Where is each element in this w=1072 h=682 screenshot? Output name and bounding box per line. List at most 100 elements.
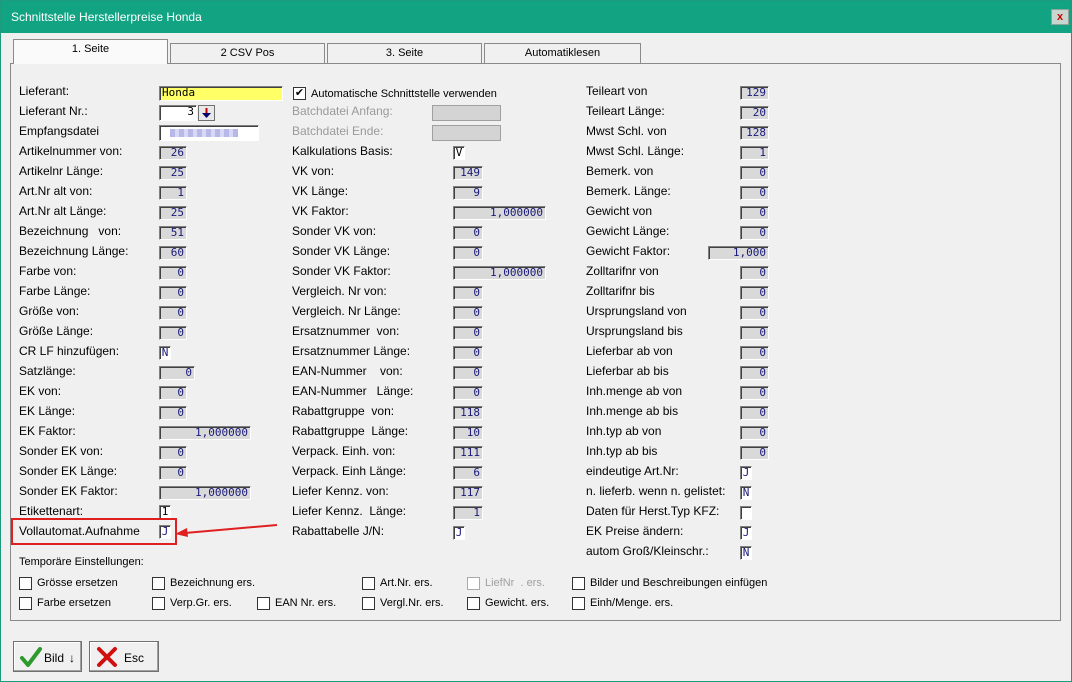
ek-laenge-input[interactable]: 0 [159, 406, 187, 420]
gewicht-von-input[interactable]: 0 [740, 206, 769, 220]
mwst-von-input[interactable]: 128 [740, 126, 769, 140]
etikettenart-input[interactable]: 1 [159, 505, 171, 519]
batch-ende-input[interactable] [432, 125, 501, 141]
inhmenge-bis-input[interactable]: 0 [740, 406, 769, 420]
artnr-alt-laenge-input[interactable]: 25 [159, 206, 187, 220]
vergl-nr-ers-label: Vergl.Nr. ers. [380, 597, 444, 609]
temp-settings-title: Temporäre Einstellungen: [19, 556, 144, 568]
bezeichnung-ers-checkbox[interactable] [152, 577, 165, 590]
teileart-von-input[interactable]: 129 [740, 86, 769, 100]
mwst-laenge-input[interactable]: 1 [740, 146, 769, 160]
rabattgruppe-von-input[interactable]: 118 [453, 406, 483, 420]
gewicht-faktor-input[interactable]: 1,000 [708, 246, 769, 260]
lieferant-nr-input[interactable]: 3 [159, 105, 197, 121]
close-button[interactable]: x [1051, 9, 1069, 25]
label-inhmenge-von: Inh.menge ab von [586, 384, 683, 398]
sonder-vk-laenge-input[interactable]: 0 [453, 246, 483, 260]
bild-button[interactable]: Bild ↓ [13, 641, 82, 672]
label-vk-von: VK von: [292, 164, 335, 178]
eindeutige-artnr-input[interactable]: J [740, 466, 752, 480]
auto-schnittstelle-checkbox[interactable]: ✔ [293, 87, 306, 100]
zolltarifnr-von-input[interactable]: 0 [740, 266, 769, 280]
sonder-ek-von-input[interactable]: 0 [159, 446, 187, 460]
empfangsdatei-input[interactable] [159, 125, 259, 141]
artikelnr-laenge-input[interactable]: 25 [159, 166, 187, 180]
label-satzlaenge: Satzlänge: [19, 364, 76, 378]
ersatznummer-von-input[interactable]: 0 [453, 326, 483, 340]
bemerk-laenge-input[interactable]: 0 [740, 186, 769, 200]
groesse-von-input[interactable]: 0 [159, 306, 187, 320]
liefer-kennz-von-input[interactable]: 117 [453, 486, 483, 500]
tab-seite-3[interactable]: 3. Seite [327, 43, 482, 63]
bemerk-von-input[interactable]: 0 [740, 166, 769, 180]
bezeichnung-laenge-input[interactable]: 60 [159, 246, 187, 260]
n-lieferb-input[interactable]: N [740, 486, 752, 500]
zolltarifnr-bis-input[interactable]: 0 [740, 286, 769, 300]
lieferant-input[interactable]: Honda [159, 86, 283, 101]
rabattabelle-input[interactable]: J [453, 526, 465, 540]
bilder-beschreibungen-checkbox[interactable] [572, 577, 585, 590]
rabattgruppe-laenge-input[interactable]: 10 [453, 426, 483, 440]
einh-menge-ers-checkbox[interactable] [572, 597, 585, 610]
vergleich-nr-laenge-input[interactable]: 0 [453, 306, 483, 320]
groesse-laenge-input[interactable]: 0 [159, 326, 187, 340]
ursprungsland-von-input[interactable]: 0 [740, 306, 769, 320]
vergleich-nr-von-input[interactable]: 0 [453, 286, 483, 300]
artikelnummer-von-input[interactable]: 26 [159, 146, 187, 160]
artnr-alt-von-input[interactable]: 1 [159, 186, 187, 200]
ek-von-input[interactable]: 0 [159, 386, 187, 400]
vk-von-input[interactable]: 149 [453, 166, 483, 180]
label-inhmenge-bis: Inh.menge ab bis [586, 404, 679, 418]
autom-gross-klein-input[interactable]: N [740, 546, 752, 560]
sonder-vk-faktor-input[interactable]: 1,000000 [453, 266, 546, 280]
gewicht-ers-checkbox[interactable] [467, 597, 480, 610]
sonder-ek-faktor-input[interactable]: 1,000000 [159, 486, 251, 500]
teileart-laenge-input[interactable]: 20 [740, 106, 769, 120]
ean-nr-ers-checkbox[interactable] [257, 597, 270, 610]
farbe-von-input[interactable]: 0 [159, 266, 187, 280]
liefnr-ers-checkbox[interactable] [467, 577, 480, 590]
verpack-einh-laenge-input[interactable]: 6 [453, 466, 483, 480]
sonder-vk-von-input[interactable]: 0 [453, 226, 483, 240]
label-sonder-vk-von: Sonder VK von: [292, 224, 377, 238]
vk-laenge-input[interactable]: 9 [453, 186, 483, 200]
vergl-nr-ers-checkbox[interactable] [362, 597, 375, 610]
farbe-laenge-input[interactable]: 0 [159, 286, 187, 300]
lieferbar-bis-input[interactable]: 0 [740, 366, 769, 380]
ersatznummer-laenge-input[interactable]: 0 [453, 346, 483, 360]
ek-faktor-input[interactable]: 1,000000 [159, 426, 251, 440]
inhtyp-bis-input[interactable]: 0 [740, 446, 769, 460]
tab-automatiklesen[interactable]: Automatiklesen [484, 43, 641, 63]
lieferbar-von-input[interactable]: 0 [740, 346, 769, 360]
bezeichnung-von-input[interactable]: 51 [159, 226, 187, 240]
farbe-ersetzen-checkbox[interactable] [19, 597, 32, 610]
label-farbe-laenge: Farbe Länge: [19, 284, 91, 298]
groesse-ersetzen-checkbox[interactable] [19, 577, 32, 590]
artnr-ers-checkbox[interactable] [362, 577, 375, 590]
verp-gr-ers-checkbox[interactable] [152, 597, 165, 610]
label-kalkulations-basis: Kalkulations Basis: [292, 144, 393, 158]
sonder-ek-laenge-input[interactable]: 0 [159, 466, 187, 480]
daten-herst-typ-input[interactable] [740, 506, 752, 520]
ursprungsland-bis-input[interactable]: 0 [740, 326, 769, 340]
ean-von-input[interactable]: 0 [453, 366, 483, 380]
ek-preise-aendern-input[interactable]: J [740, 526, 752, 540]
label-verpack-einh-von: Verpack. Einh. von: [292, 444, 396, 458]
gewicht-laenge-input[interactable]: 0 [740, 226, 769, 240]
cr-lf-input[interactable]: N [159, 346, 171, 360]
verpack-einh-von-input[interactable]: 111 [453, 446, 483, 460]
tab-seite-1[interactable]: 1. Seite [13, 39, 168, 64]
liefer-kennz-laenge-input[interactable]: 1 [453, 506, 483, 520]
inhmenge-von-input[interactable]: 0 [740, 386, 769, 400]
label-mwst-von: Mwst Schl. von [586, 124, 667, 138]
ean-laenge-input[interactable]: 0 [453, 386, 483, 400]
tab-csv-pos[interactable]: 2 CSV Pos [170, 43, 325, 63]
lieferant-nr-dropdown-button[interactable] [198, 105, 215, 121]
batch-anfang-input[interactable] [432, 105, 501, 121]
satzlaenge-input[interactable]: 0 [159, 366, 195, 380]
kalkulations-basis-input[interactable]: V [453, 146, 465, 160]
inhtyp-von-input[interactable]: 0 [740, 426, 769, 440]
vk-faktor-input[interactable]: 1,000000 [453, 206, 546, 220]
esc-button[interactable]: Esc [89, 641, 159, 672]
label-groesse-laenge: Größe Länge: [19, 324, 94, 338]
